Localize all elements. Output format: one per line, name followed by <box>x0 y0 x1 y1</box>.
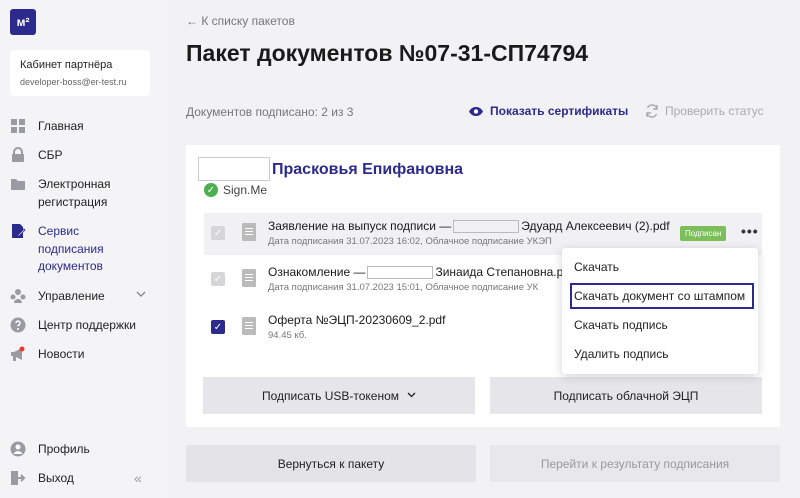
sidebar-item-signing-service[interactable]: Сервис подписания документов <box>10 223 120 276</box>
folder-icon <box>11 179 25 190</box>
status-badge: Подписан <box>680 226 727 241</box>
menu-item-download-signature[interactable]: Скачать подпись <box>562 312 758 338</box>
partner-account-card[interactable]: Кабинет партнёра developer-boss@er-test.… <box>10 50 150 96</box>
document-title: Оферта №ЭЦП-20230609_2.pdf <box>268 313 446 327</box>
help-icon <box>10 317 26 333</box>
sidebar-item-label: Профиль <box>38 442 90 456</box>
document-icon <box>242 317 256 335</box>
document-title: Заявление на выпуск подписи — Эдуард Алек… <box>268 219 670 234</box>
sidebar-item-label: СБР <box>38 148 63 162</box>
redacted-name <box>453 220 520 234</box>
document-icon <box>242 269 256 287</box>
signer-name: Прасковья Епифановна <box>272 161 463 178</box>
signed-count: Документов подписано: 2 из 3 <box>186 105 354 119</box>
go-to-result-button[interactable]: Перейти к результату подписания <box>490 445 780 482</box>
eye-icon <box>469 106 483 116</box>
sidebar-item-support[interactable]: Центр поддержки <box>10 317 136 335</box>
megaphone-icon <box>11 346 25 361</box>
document-icon <box>242 223 256 241</box>
check-circle-icon: ✓ <box>204 183 218 197</box>
sidebar-item-label: Сервис подписания документов <box>38 224 104 273</box>
sidebar-item-news[interactable]: Новости <box>10 346 84 364</box>
sidebar-item-home[interactable]: Главная <box>10 118 84 136</box>
sidebar-item-label: Управление <box>38 289 105 303</box>
document-context-menu: Скачать Скачать документ со штампом Скач… <box>562 248 758 374</box>
logout-icon <box>11 471 26 485</box>
go-to-result-label: Перейти к результату подписания <box>540 456 730 471</box>
partner-email: developer-boss@er-test.ru <box>20 77 127 87</box>
document-sign-icon <box>12 224 26 238</box>
document-title: Ознакомление — Зинаида Степановна.pdf <box>268 265 574 280</box>
sidebar-item-label: Центр поддержки <box>38 318 136 332</box>
sidebar-item-sbr[interactable]: СБР <box>10 147 63 165</box>
show-certificates-label: Показать сертификаты <box>490 104 629 118</box>
sign-usb-token-label: Подписать USB-токеном <box>261 388 400 403</box>
document-subtitle: Дата подписания 31.07.2023 15:01, Облачн… <box>268 282 539 293</box>
logo[interactable]: м² <box>10 9 36 35</box>
sidebar: м² Кабинет партнёра developer-boss@er-te… <box>0 0 168 498</box>
document-subtitle: Дата подписания 31.07.2023 16:02, Облачн… <box>268 236 552 247</box>
chevron-down-icon[interactable] <box>136 290 146 301</box>
partner-title: Кабинет партнёра <box>20 59 113 71</box>
redacted-surname <box>198 157 270 181</box>
sidebar-item-management[interactable]: Управление <box>10 288 105 306</box>
sidebar-item-e-registration[interactable]: Электронная регистрация <box>10 176 120 211</box>
document-checkbox[interactable]: ✓ <box>211 272 225 286</box>
back-to-package-button[interactable]: Вернуться к пакету <box>186 445 476 482</box>
collapse-sidebar-icon[interactable]: « <box>134 470 142 486</box>
check-status-label: Проверить статус <box>665 104 764 118</box>
document-title-suffix: Зинаида Степановна.pdf <box>435 265 574 279</box>
profile-icon <box>10 441 26 457</box>
document-checkbox[interactable]: ✓ <box>211 320 225 334</box>
check-status-button[interactable]: Проверить статус <box>645 104 764 118</box>
page-title: Пакет документов №07-31-СП74794 <box>186 40 589 66</box>
more-options-icon[interactable]: ••• <box>741 223 759 239</box>
menu-item-download-stamped[interactable]: Скачать документ со штампом <box>570 283 754 309</box>
grid-icon <box>11 119 25 133</box>
document-title-suffix: Эдуард Алексеевич (2).pdf <box>521 219 670 233</box>
chevron-down-icon <box>407 390 416 401</box>
menu-item-delete-signature[interactable]: Удалить подпись <box>562 341 758 367</box>
back-to-package-label: Вернуться к пакету <box>277 456 385 471</box>
sign-method-label: Sign.Me <box>223 183 268 197</box>
sign-method: ✓ Sign.Me <box>204 183 267 197</box>
sidebar-item-profile[interactable]: Профиль <box>10 441 90 459</box>
users-icon <box>10 289 26 303</box>
show-certificates-button[interactable]: Показать сертификаты <box>468 104 628 118</box>
redacted-name <box>367 266 434 280</box>
sidebar-item-logout[interactable]: Выход <box>10 470 74 488</box>
sign-cloud-button[interactable]: Подписать облачной ЭЦП <box>490 377 762 414</box>
sidebar-item-label: Электронная регистрация <box>38 177 111 209</box>
sidebar-item-label: Выход <box>38 471 74 485</box>
lock-icon <box>12 147 24 162</box>
sign-cloud-label: Подписать облачной ЭЦП <box>553 388 699 403</box>
sign-usb-token-button[interactable]: Подписать USB-токеном <box>203 377 475 414</box>
sidebar-item-label: Главная <box>38 119 84 133</box>
document-title-prefix: Заявление на выпуск подписи — <box>268 219 452 233</box>
document-subtitle: 94.45 кб. <box>268 330 307 341</box>
menu-item-download[interactable]: Скачать <box>562 254 758 280</box>
back-to-packages-link[interactable]: ← К списку пакетов <box>186 14 295 28</box>
document-checkbox[interactable]: ✓ <box>211 226 225 240</box>
document-title-prefix: Ознакомление — <box>268 265 366 279</box>
sidebar-item-label: Новости <box>38 347 85 361</box>
refresh-icon <box>646 104 658 118</box>
